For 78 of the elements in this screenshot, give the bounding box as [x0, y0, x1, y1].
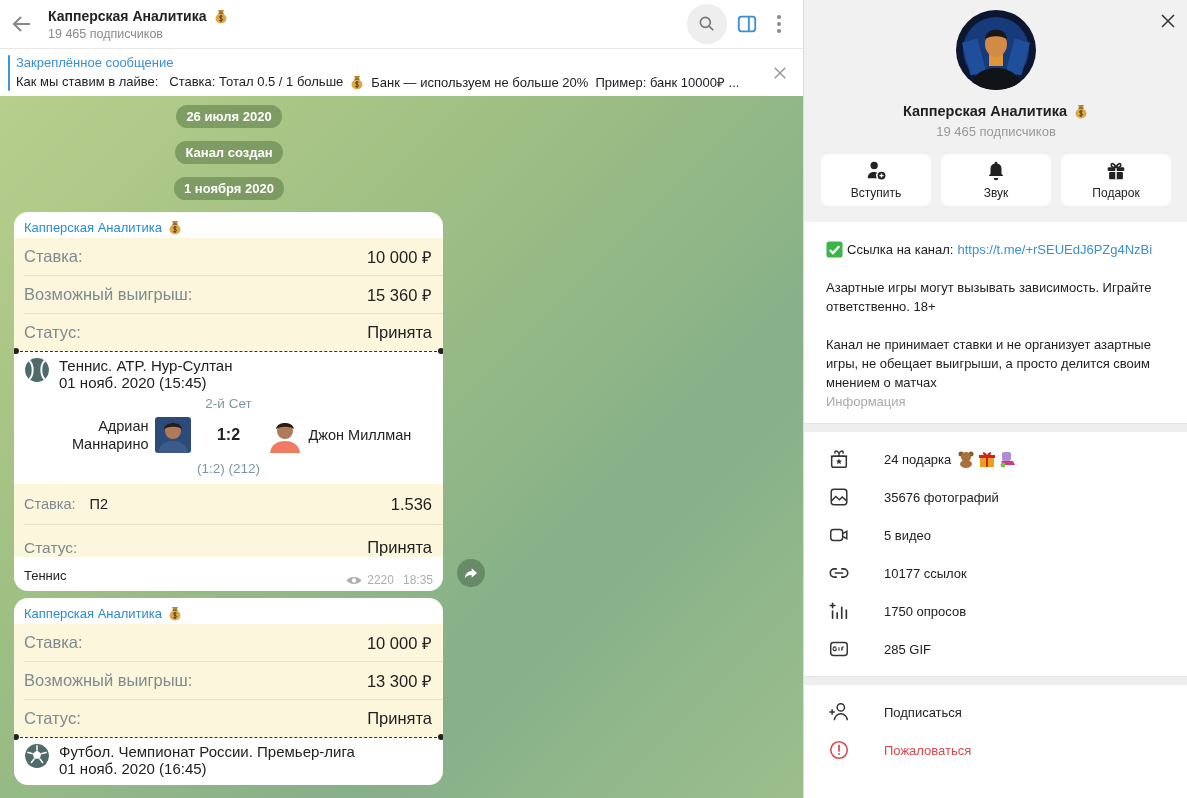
channel-name: Капперская Аналитика: [902, 103, 1068, 119]
poll-icon: [828, 600, 850, 622]
bet-value: 10 000 ₽: [366, 633, 432, 654]
message-time: 18:35: [402, 573, 433, 587]
more-icon[interactable]: [776, 14, 782, 34]
gift-box-icon: [978, 450, 997, 468]
gift-button[interactable]: Подарок: [1061, 154, 1171, 206]
soccer-ball-icon: [24, 743, 50, 769]
message-author[interactable]: Капперская Аналитика: [24, 219, 163, 235]
menu-item[interactable]: Подписаться: [884, 704, 962, 720]
set-scores: (1:2) (212): [196, 461, 261, 476]
money-bag-icon: [212, 7, 229, 24]
check-mark-icon: [826, 241, 843, 258]
gift-icon: [1105, 160, 1127, 182]
bet-value: 10 000 ₽: [366, 247, 432, 268]
channel-link[interactable]: https://t.me/+rSEUEdJ6PZg4NzBi: [957, 240, 1153, 259]
pinned-text[interactable]: Как мы ставим в лайве: Ставка: Тотал 0.5 / 1 больше: [16, 74, 344, 89]
match-score: 1:2: [215, 426, 242, 444]
person-add-icon: [828, 701, 850, 723]
bet-label: Ставка:: [24, 247, 83, 266]
event-title: Теннис. ATP. Нур-Султан: [59, 357, 233, 374]
search-icon: [697, 14, 717, 34]
status-value: Принята: [367, 538, 432, 557]
media-count-item[interactable]: 10177 ссылок: [884, 565, 967, 581]
stake-label: Ставка:: [24, 496, 76, 512]
teddy-bear-icon: [957, 450, 976, 468]
bet-label: Ставка:: [24, 633, 83, 652]
subscriber-count: 19 465 подписчиков: [936, 124, 1056, 139]
forward-button[interactable]: [457, 559, 485, 587]
message-author[interactable]: Капперская Аналитика: [24, 605, 163, 621]
odds-value: 1.536: [390, 494, 432, 514]
stake-pick: П2: [89, 496, 109, 512]
bet-value: Принята: [367, 709, 432, 728]
sidebar-toggle-icon[interactable]: [736, 13, 758, 35]
bet-label: Статус:: [24, 709, 81, 728]
status-label: Статус:: [24, 539, 78, 557]
tennis-ball-icon: [24, 357, 50, 383]
info-caption: Информация: [826, 393, 907, 411]
player-name: Адриан Маннарино: [70, 417, 149, 453]
date-chip: 1 ноября 2020: [174, 177, 284, 200]
subscriber-count: 19 465 подписчиков: [48, 26, 164, 41]
event-date: 01 нояб. 2020 (16:45): [59, 760, 208, 777]
channel-title: Капперская Аналитика: [48, 7, 207, 24]
pinned-text[interactable]: Банк — используем не больше 20% Пример: банк 10000₽ ...: [371, 72, 740, 91]
period-label: 2-й Сет: [204, 396, 253, 411]
media-count-item[interactable]: 5 видео: [884, 527, 932, 543]
bet-value: 13 300 ₽: [366, 671, 432, 692]
close-icon[interactable]: [1159, 12, 1177, 30]
bet-label: Возможный выигрыш:: [24, 671, 193, 690]
eye-icon: [346, 574, 363, 586]
player-name: Джон Миллман: [308, 427, 413, 443]
bet-value: Принята: [367, 323, 432, 342]
media-count-item[interactable]: 35676 фотографий: [884, 489, 999, 505]
warning-icon: [828, 739, 850, 761]
event-date: 01 нояб. 2020 (15:45): [59, 374, 208, 391]
gift-icon: [828, 448, 850, 470]
message-caption: Теннис: [24, 567, 67, 583]
bet-value: 15 360 ₽: [366, 285, 432, 306]
menu-item[interactable]: Пожаловаться: [884, 742, 972, 758]
bet-label: Статус:: [24, 323, 81, 342]
media-count-item[interactable]: 1750 опросов: [884, 603, 967, 619]
search-button[interactable]: [687, 4, 727, 44]
bell-button[interactable]: Звук: [941, 154, 1051, 206]
date-chip: 26 июля 2020: [176, 105, 282, 128]
media-count-item[interactable]: 285 GIF: [884, 641, 931, 657]
link-label: Ссылка на канал:: [847, 241, 954, 259]
bet-label: Возможный выигрыш:: [24, 285, 193, 304]
date-chip: Канал создан: [175, 141, 283, 164]
image-icon: [828, 486, 850, 508]
pinned-label: Закреплённое сообщение: [16, 54, 175, 70]
event-title: Футбол. Чемпионат России. Премьер-лига: [59, 743, 355, 760]
person-add-icon: [865, 160, 887, 182]
description-text: Канал не принимает ставки и не организует азартные игры, не обещает выигрыши, а просто делится своим мнением о матчах: [826, 336, 1152, 392]
person-add-button[interactable]: Вступить: [821, 154, 931, 206]
view-count: 2220: [367, 573, 394, 587]
toy-icon: [999, 450, 1018, 468]
description-text: Азартные игры могут вызывать зависимость. Играйте ответственно. 18+: [826, 279, 1153, 316]
media-count-item[interactable]: 24 подарка: [884, 451, 952, 467]
